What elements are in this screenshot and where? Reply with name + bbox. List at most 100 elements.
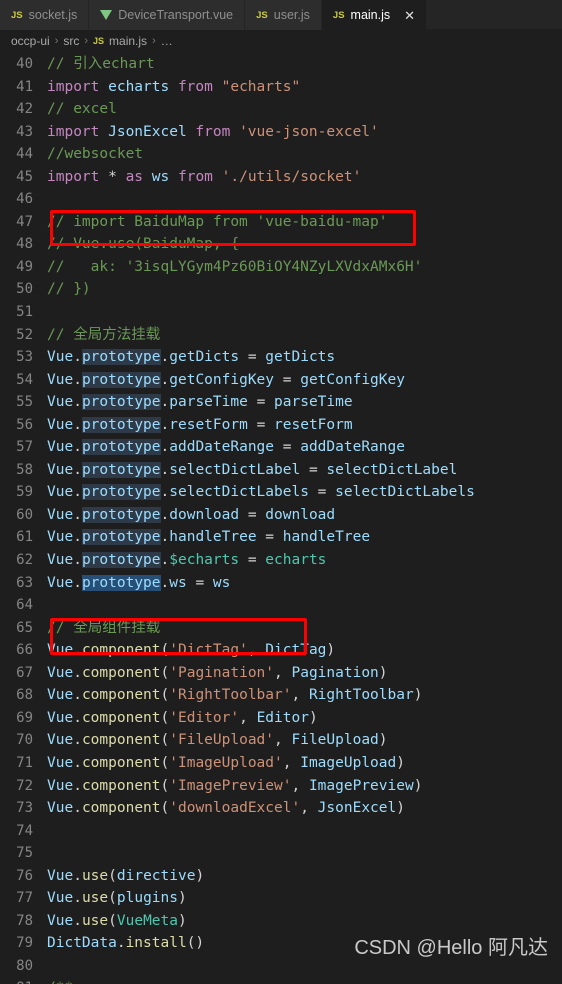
code-token: ) [413,777,423,794]
code-line[interactable]: 65 // 全局组件挂载 [0,617,562,640]
code-line[interactable]: 60 Vue.prototype.download = download [0,504,562,527]
code-line[interactable]: 74 [0,820,562,843]
code-line[interactable]: 59 Vue.prototype.selectDictLabels = selec… [0,481,562,504]
code-text: Vue.prototype.selectDictLabels = selectD… [47,481,475,504]
code-line[interactable]: 58 Vue.prototype.selectDictLabel = select… [0,459,562,482]
line-number: 54 [16,371,33,388]
code-line[interactable]: 68 Vue.component('RightToolbar', RightToo… [0,684,562,707]
code-line[interactable]: 48 // Vue.use(BaiduMap, { [0,233,562,256]
code-token: Vue [47,506,74,523]
code-line[interactable]: 56 Vue.prototype.resetForm = resetForm [0,414,562,437]
code-line[interactable]: 66 Vue.component('DictTag', DictTag) [0,639,562,662]
code-line[interactable]: 81/** [0,977,562,984]
code-line[interactable]: 47 // import BaiduMap from 'vue-baidu-map… [0,211,562,234]
code-line[interactable]: 62 Vue.prototype.$echarts = echarts [0,549,562,572]
close-icon[interactable]: ✕ [404,9,415,22]
code-token: . [73,552,82,569]
code-line[interactable]: 43 import JsonExcel from 'vue-json-excel' [0,121,562,144]
code-token: getDicts [265,349,336,366]
code-line[interactable]: 63 Vue.prototype.ws = ws [0,572,562,595]
line-number: 67 [16,664,33,681]
code-line[interactable]: 75 [0,842,562,865]
code-text: Vue.prototype.parseTime = parseTime [47,391,353,414]
code-line[interactable]: 49 // ak: '3isqLYGym4Pz60BiOY4NZyLXVdxAMx… [0,256,562,279]
code-token: selectDictLabel [326,461,458,478]
editor-tab-devicetransport-vue[interactable]: DeviceTransport.vue [89,0,246,30]
code-token: 'downloadExcel' [169,800,301,817]
code-line[interactable]: 50 // }) [0,278,562,301]
line-number: 69 [16,709,33,726]
code-token: ) [177,890,187,907]
code-token: getConfigKey [169,371,283,388]
editor-tab-bar: JS socket.js DeviceTransport.vue JS user.js J… [0,0,562,30]
code-editor[interactable]: 40 // 引入echart 41 import echarts from "echa… [0,52,562,984]
code-token: Vue [47,394,74,411]
code-text: Vue.prototype.getDicts = getDicts [47,346,335,369]
code-line[interactable]: 73 Vue.component('downloadExcel', JsonExc… [0,797,562,820]
breadcrumb-item-1[interactable]: src [63,34,79,48]
code-line[interactable]: 70 Vue.component('FileUpload', FileUpload… [0,729,562,752]
code-text: // 全局方法挂载 [47,324,160,347]
code-line[interactable]: 40 // 引入echart [0,53,562,76]
code-token: selectDictLabels [169,484,318,501]
code-line[interactable]: 51 [0,301,562,324]
code-line[interactable]: 78 Vue.use(VueMeta) [0,910,562,933]
code-line[interactable]: 77 Vue.use(plugins) [0,887,562,910]
editor-tab-socket-js[interactable]: JS socket.js [0,0,90,30]
editor-tab-user-js[interactable]: JS user.js [245,0,322,30]
code-text: Vue.prototype.selectDictLabel = selectDi… [47,459,457,482]
code-token: prototype [81,506,161,523]
line-number: 44 [16,146,33,163]
line-number: 78 [16,912,33,929]
code-token: DictData [47,935,117,952]
code-line[interactable]: 61 Vue.prototype.handleTree = handleTree [0,526,562,549]
code-token: // 引入echart [47,56,155,72]
line-number: 47 [16,213,33,230]
code-line[interactable]: 42 // excel [0,98,562,121]
code-token: './utils/socket' [221,168,362,185]
code-token: Vue [47,574,74,591]
code-line[interactable]: 44 //websocket [0,143,562,166]
code-line[interactable]: 55 Vue.prototype.parseTime = parseTime [0,391,562,414]
code-token: ( [160,642,170,659]
code-line[interactable]: 67 Vue.component('Pagination', Pagination… [0,662,562,685]
code-token: Vue [47,349,74,366]
code-line[interactable]: 57 Vue.prototype.addDateRange = addDateRa… [0,436,562,459]
code-line[interactable]: 71 Vue.component('ImageUpload', ImageUplo… [0,752,562,775]
breadcrumb-item-0[interactable]: occp-ui [11,34,50,48]
tab-label: main.js [350,8,391,22]
code-line[interactable]: 45 import * as ws from './utils/socket' [0,166,562,189]
code-line[interactable]: 64 [0,594,562,617]
code-text: Vue.prototype.download = download [47,504,335,527]
code-token: prototype [81,349,161,366]
code-token: * [108,168,126,185]
line-number: 77 [16,890,33,907]
breadcrumb-item-2[interactable]: main.js [109,34,147,48]
code-line[interactable]: 76 Vue.use(directive) [0,865,562,888]
line-number: 76 [16,867,33,884]
line-number: 79 [16,935,33,952]
code-line[interactable]: 69 Vue.component('Editor', Editor) [0,707,562,730]
editor-tab-main-js[interactable]: JS main.js ✕ [321,0,428,30]
code-line[interactable]: 72 Vue.component('ImagePreview', ImagePre… [0,775,562,798]
code-token: import [47,78,109,95]
code-token: ws [169,574,196,591]
code-lines[interactable]: 40 // 引入echart 41 import echarts from "echa… [0,52,562,984]
code-line[interactable]: 46 [0,188,562,211]
code-token: ) [308,709,318,726]
code-token: prototype [81,529,161,546]
code-line[interactable]: 53 Vue.prototype.getDicts = getDicts [0,346,562,369]
code-text: Vue.component('RightToolbar', RightToolb… [47,684,422,707]
breadcrumb-item-3[interactable]: … [161,34,173,48]
code-text: Vue.prototype.$echarts = echarts [47,549,326,572]
line-number: 41 [16,78,33,95]
code-text: Vue.component('FileUpload', FileUpload) [47,729,388,752]
code-text: Vue.component('Editor', Editor) [47,707,318,730]
code-line[interactable]: 41 import echarts from "echarts" [0,76,562,99]
code-token: 'RightToolbar' [169,687,292,704]
code-line[interactable]: 52 // 全局方法挂载 [0,324,562,347]
code-text: Vue.prototype.getConfigKey = getConfigKe… [47,369,405,392]
code-line[interactable]: 54 Vue.prototype.getConfigKey = getConfig… [0,369,562,392]
code-token: ) [396,800,405,817]
code-token: Vue [47,664,74,681]
